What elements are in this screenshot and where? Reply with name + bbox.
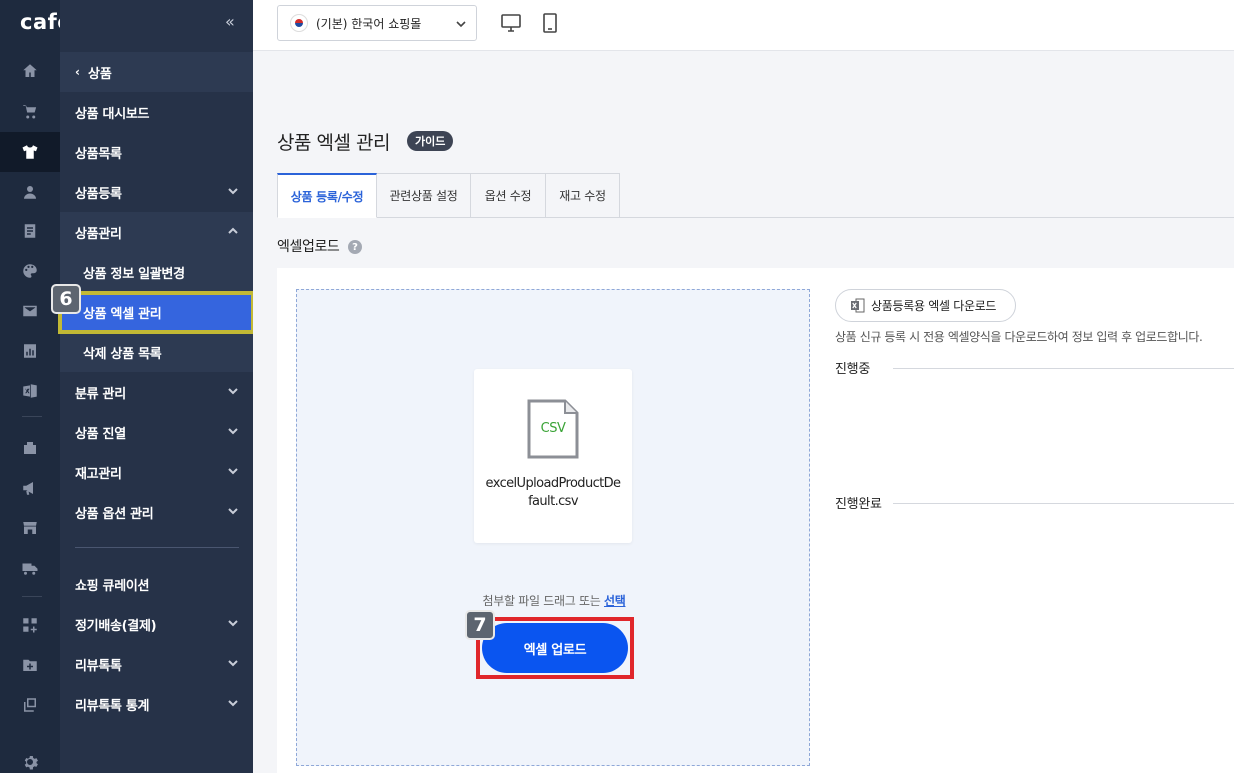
drop-hint-text: 첨부할 파일 드래그 또는 <box>482 594 601 608</box>
download-description: 상품 신규 등록 시 전용 엑셀양식을 다운로드하여 정보 입력 후 업로드합니… <box>835 330 1203 344</box>
top-bar: (기본) 한국어 쇼핑몰 <box>253 0 1234 51</box>
chevron-down-icon <box>456 18 466 28</box>
help-icon[interactable]: ? <box>348 240 362 254</box>
menu-item-label: 상품 옵션 관리 <box>75 506 154 522</box>
menu-header-label: 상품 <box>87 66 112 82</box>
drop-hint: 첨부할 파일 드래그 또는 선택 <box>297 592 811 609</box>
cart-icon[interactable] <box>0 91 60 131</box>
menu-item-review-stats[interactable]: 리뷰톡톡 통계 <box>60 684 253 724</box>
menu-header[interactable]: ‹ 상품 <box>60 52 253 92</box>
menu-item-label: 리뷰톡톡 통계 <box>75 698 150 714</box>
menu-divider <box>75 547 239 548</box>
excel-icon[interactable] <box>0 371 60 411</box>
submenu-item-label: 삭제 상품 목록 <box>83 346 162 362</box>
in-progress-divider <box>893 368 1234 369</box>
chevron-down-icon <box>227 385 239 397</box>
shop-icon[interactable] <box>0 508 60 548</box>
chevron-down-icon <box>227 425 239 437</box>
desktop-icon[interactable] <box>500 12 522 34</box>
tab-related-products[interactable]: 관련상품 설정 <box>377 173 471 218</box>
submenu-item-deleted-products[interactable]: 삭제 상품 목록 <box>60 332 253 372</box>
step7-highlight <box>476 617 634 679</box>
menu-item-label: 상품관리 <box>75 226 122 242</box>
submenu-item-label: 상품 정보 일괄변경 <box>83 266 185 282</box>
menu-item-dashboard[interactable]: 상품 대시보드 <box>60 92 253 132</box>
select-file-link[interactable]: 선택 <box>604 594 626 608</box>
menu-item-review[interactable]: 리뷰톡톡 <box>60 644 253 684</box>
guide-button[interactable]: 가이드 <box>407 131 454 151</box>
collapse-menu-button[interactable]: « <box>225 12 235 31</box>
chevron-down-icon <box>227 465 239 477</box>
chevron-down-icon <box>227 617 239 629</box>
settings-icon[interactable] <box>0 742 60 773</box>
menu-item-label: 상품 대시보드 <box>75 106 150 122</box>
home-icon[interactable] <box>0 51 60 91</box>
tab-option-edit[interactable]: 옵션 수정 <box>471 173 546 218</box>
upload-panel: CSV excelUploadProductDefault.csv 첨부할 파일… <box>277 268 1234 773</box>
main-content: 상품 엑셀 관리 가이드 상품 등록/수정 관련상품 설정 옵션 수정 재고 수… <box>253 51 1234 773</box>
step7-badge: 7 <box>465 610 495 640</box>
chevron-down-icon <box>227 697 239 709</box>
in-progress-label: 진행중 <box>835 362 870 377</box>
store-icon[interactable] <box>0 428 60 468</box>
folder-plus-icon[interactable] <box>0 645 60 685</box>
menu-item-display[interactable]: 상품 진열 <box>60 412 253 452</box>
chevron-up-icon <box>227 225 239 237</box>
menu-item-label: 정기배송(결제) <box>75 618 157 634</box>
file-card: CSV excelUploadProductDefault.csv <box>474 369 632 543</box>
menu-item-label: 분류 관리 <box>75 386 126 402</box>
step6-highlight <box>58 291 255 334</box>
apps-icon[interactable] <box>0 605 60 645</box>
shirt-icon[interactable] <box>0 132 60 172</box>
menu-item-label: 재고관리 <box>75 466 122 482</box>
excel-download-button[interactable]: 상품등록용 엑셀 다운로드 <box>835 289 1016 322</box>
menu-item-product-manage[interactable]: 상품관리 <box>60 212 253 252</box>
page-title: 상품 엑셀 관리 <box>277 132 390 154</box>
tab-stock-edit[interactable]: 재고 수정 <box>546 173 620 218</box>
megaphone-icon[interactable] <box>0 468 60 508</box>
shop-selector-label: (기본) 한국어 쇼핑몰 <box>316 16 422 31</box>
user-icon[interactable] <box>0 172 60 212</box>
submenu-item-bulk-edit[interactable]: 상품 정보 일괄변경 <box>60 252 253 292</box>
icon-rail: cafe24 <box>0 0 102 773</box>
menu-item-label: 상품 진열 <box>75 426 126 442</box>
chevron-down-icon <box>227 657 239 669</box>
completed-label: 진행완료 <box>835 497 882 512</box>
menu-item-options[interactable]: 상품 옵션 관리 <box>60 492 253 532</box>
step6-badge: 6 <box>51 284 81 314</box>
menu-item-curation[interactable]: 쇼핑 큐레이션 <box>60 564 253 604</box>
file-dropzone[interactable]: CSV excelUploadProductDefault.csv 첨부할 파일… <box>296 289 810 766</box>
menu-item-label: 상품등록 <box>75 186 122 202</box>
menu-item-product-register[interactable]: 상품등록 <box>60 172 253 212</box>
back-chevron-icon[interactable]: ‹ <box>75 65 80 79</box>
chevron-down-icon <box>227 505 239 517</box>
menu-item-label: 쇼핑 큐레이션 <box>75 578 150 594</box>
tab-bar: 상품 등록/수정 관련상품 설정 옵션 수정 재고 수정 <box>277 173 1234 218</box>
rail-divider <box>22 596 42 597</box>
tab-product-register-edit[interactable]: 상품 등록/수정 <box>277 173 377 218</box>
board-icon[interactable] <box>0 211 60 251</box>
rail-divider <box>22 416 42 417</box>
menu-item-category[interactable]: 분류 관리 <box>60 372 253 412</box>
csv-file-icon: CSV <box>527 399 579 459</box>
file-name: excelUploadProductDefault.csv <box>485 476 622 509</box>
truck-icon[interactable] <box>0 548 60 588</box>
menu-item-label: 상품목록 <box>75 146 122 162</box>
shop-selector[interactable]: (기본) 한국어 쇼핑몰 <box>277 5 477 41</box>
chart-icon[interactable] <box>0 331 60 371</box>
section-title: 엑셀업로드 <box>277 239 340 255</box>
chevron-down-icon <box>227 185 239 197</box>
menu-item-product-list[interactable]: 상품목록 <box>60 132 253 172</box>
menu-item-inventory[interactable]: 재고관리 <box>60 452 253 492</box>
product-menu: ‹ 상품 상품 대시보드 상품목록 상품등록 상품관리 상품 정보 일괄변경 상… <box>60 0 253 773</box>
copy-icon[interactable] <box>0 685 60 725</box>
excel-download-label: 상품등록용 엑셀 다운로드 <box>871 299 997 313</box>
mobile-icon[interactable] <box>539 12 561 34</box>
excel-file-icon <box>850 298 865 313</box>
menu-item-subscription[interactable]: 정기배송(결제) <box>60 604 253 644</box>
file-type-label: CSV <box>540 421 566 436</box>
korea-flag-icon <box>290 14 308 32</box>
completed-divider <box>893 503 1234 504</box>
menu-item-label: 리뷰톡톡 <box>75 658 122 674</box>
